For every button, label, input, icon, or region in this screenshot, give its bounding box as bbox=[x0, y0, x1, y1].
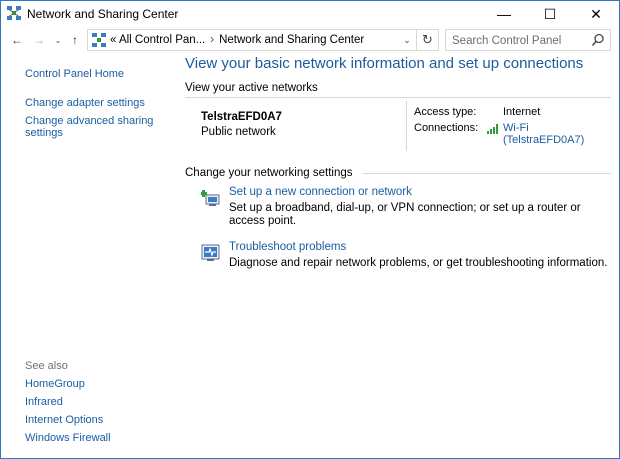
access-type-label: Access type: bbox=[414, 106, 477, 118]
main-content: View your basic network information and … bbox=[185, 53, 615, 458]
new-connection-icon bbox=[201, 190, 220, 206]
refresh-icon: ↻ bbox=[422, 32, 433, 47]
maximize-button[interactable]: ☐ bbox=[527, 1, 573, 27]
minimize-icon: — bbox=[497, 6, 511, 22]
setup-new-connection-link[interactable]: Set up a new connection or network bbox=[229, 186, 412, 198]
wifi-connection-link[interactable]: Wi-Fi (TelstraEFD0A7) bbox=[503, 122, 584, 146]
see-also-label: See also bbox=[25, 360, 68, 372]
homegroup-link[interactable]: HomeGroup bbox=[25, 378, 85, 390]
chevron-down-icon: ⌄ bbox=[54, 35, 62, 45]
up-button[interactable]: ↑ bbox=[67, 31, 83, 49]
chevron-down-icon: ⌄ bbox=[403, 34, 411, 45]
troubleshoot-problems-link[interactable]: Troubleshoot problems bbox=[229, 241, 346, 253]
network-name: TelstraEFD0A7 bbox=[201, 111, 282, 123]
access-type-value: Internet bbox=[503, 106, 541, 118]
infrared-link[interactable]: Infrared bbox=[25, 396, 63, 408]
divider bbox=[363, 173, 611, 174]
control-panel-icon bbox=[92, 33, 106, 47]
breadcrumb-all-control-panel[interactable]: « All Control Pan... bbox=[110, 34, 205, 46]
change-adapter-settings-link[interactable]: Change adapter settings bbox=[25, 97, 145, 109]
arrow-right-icon: → bbox=[33, 33, 45, 47]
close-button[interactable]: ✕ bbox=[573, 1, 619, 27]
search-box[interactable] bbox=[445, 29, 611, 51]
connections-label: Connections: bbox=[414, 122, 479, 134]
windows-firewall-link[interactable]: Windows Firewall bbox=[25, 432, 111, 444]
network-center-icon bbox=[7, 6, 21, 20]
back-button[interactable]: ← bbox=[9, 31, 25, 49]
arrow-up-icon: ↑ bbox=[72, 33, 78, 47]
minimize-button[interactable]: — bbox=[481, 1, 527, 27]
control-panel-home-link[interactable]: Control Panel Home bbox=[25, 68, 124, 80]
setup-new-connection-description: Set up a broadband, dial-up, or VPN conn… bbox=[229, 202, 581, 227]
wifi-connection-ssid[interactable]: (TelstraEFD0A7) bbox=[503, 134, 584, 146]
recent-locations-button[interactable]: ⌄ bbox=[53, 31, 63, 49]
address-bar[interactable]: « All Control Pan... › Network and Sharing… bbox=[87, 29, 417, 51]
refresh-button[interactable]: ↻ bbox=[417, 29, 439, 51]
maximize-icon: ☐ bbox=[543, 5, 557, 22]
wifi-signal-icon bbox=[487, 124, 498, 134]
change-networking-settings-label: Change your networking settings bbox=[185, 167, 353, 179]
forward-button[interactable]: → bbox=[31, 31, 47, 49]
network-category: Public network bbox=[201, 126, 276, 138]
left-navigation-pane: Control Panel Home Change adapter settin… bbox=[1, 53, 179, 458]
internet-options-link[interactable]: Internet Options bbox=[25, 414, 103, 426]
search-icon[interactable] bbox=[591, 33, 605, 47]
close-icon: ✕ bbox=[590, 5, 602, 22]
page-title: View your basic network information and … bbox=[185, 55, 584, 72]
breadcrumb: « All Control Pan... › Network and Sharing… bbox=[110, 34, 364, 46]
address-dropdown-button[interactable]: ⌄ bbox=[400, 32, 414, 48]
change-advanced-sharing-settings-link[interactable]: Change advanced sharing settings bbox=[25, 115, 175, 139]
title-bar: Network and Sharing Center — ☐ ✕ bbox=[1, 1, 619, 27]
divider bbox=[406, 101, 407, 151]
active-networks-label: View your active networks bbox=[185, 82, 318, 94]
breadcrumb-separator[interactable]: › bbox=[205, 34, 219, 46]
search-input[interactable] bbox=[452, 33, 588, 48]
window-title: Network and Sharing Center bbox=[27, 7, 179, 21]
troubleshoot-problems-description: Diagnose and repair network problems, or… bbox=[229, 257, 608, 269]
breadcrumb-network-and-sharing-center[interactable]: Network and Sharing Center bbox=[219, 34, 364, 46]
wifi-connection-name[interactable]: Wi-Fi bbox=[503, 122, 584, 134]
navigation-bar: ← → ⌄ ↑ « All Control Pan... › Network and… bbox=[1, 28, 619, 52]
arrow-left-icon: ← bbox=[11, 33, 23, 47]
troubleshoot-icon bbox=[201, 244, 220, 261]
window: Network and Sharing Center — ☐ ✕ ← → ⌄ ↑… bbox=[0, 0, 620, 459]
divider bbox=[185, 97, 611, 98]
